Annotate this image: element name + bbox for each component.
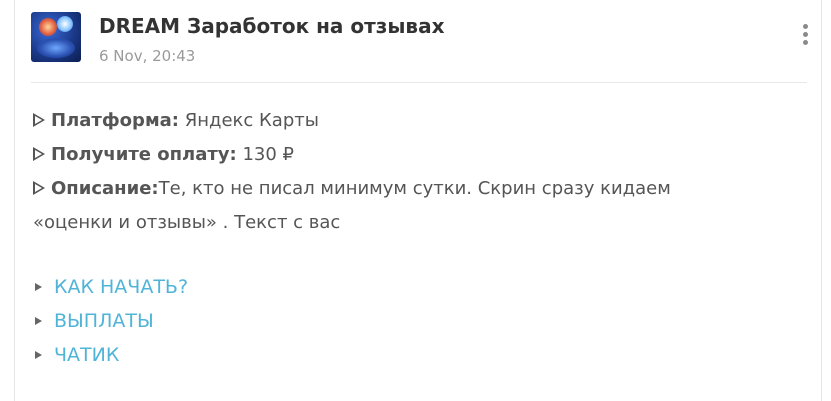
payment-value: 130 ₽ (242, 144, 294, 165)
small-triangle-icon (35, 351, 42, 359)
triangle-bullet-icon (33, 181, 45, 195)
header-divider (31, 82, 807, 83)
small-triangle-icon (35, 283, 42, 291)
channel-title[interactable]: DREAM Заработок на отзывах (99, 14, 444, 38)
triangle-bullet-icon (33, 113, 45, 127)
payment-label: Получите оплату: (51, 144, 237, 165)
post-header: DREAM Заработок на отзывах 6 Nov, 20:43 (31, 12, 808, 70)
channel-avatar[interactable] (31, 12, 81, 62)
platform-line: Платформа: Яндекс Карты (33, 104, 803, 138)
more-vertical-icon[interactable] (795, 24, 815, 54)
chat-link[interactable]: ЧАТИК (54, 344, 119, 366)
description-line-2: «оценки и отзывы» . Текст с вас (33, 206, 803, 240)
platform-label: Платформа: (51, 110, 179, 131)
payouts-link[interactable]: ВЫПЛАТЫ (54, 310, 154, 332)
description-text-1: Те, кто не писал минимум сутки. Скрин ср… (158, 178, 671, 199)
description-label: Описание: (51, 178, 159, 199)
post-card: DREAM Заработок на отзывах 6 Nov, 20:43 … (14, 0, 822, 401)
list-item: ЧАТИК (35, 338, 188, 372)
payment-line: Получите оплату: 130 ₽ (33, 138, 803, 172)
triangle-bullet-icon (33, 147, 45, 161)
small-triangle-icon (35, 317, 42, 325)
description-line: Описание:Те, кто не писал минимум сутки.… (33, 172, 803, 206)
list-item: ВЫПЛАТЫ (35, 304, 188, 338)
how-to-start-link[interactable]: КАК НАЧАТЬ? (54, 276, 188, 298)
platform-value: Яндекс Карты (184, 110, 319, 131)
post-timestamp: 6 Nov, 20:43 (99, 47, 196, 65)
description-text-2: «оценки и отзывы» . Текст с вас (33, 212, 341, 233)
list-item: КАК НАЧАТЬ? (35, 270, 188, 304)
post-body: Платформа: Яндекс Карты Получите оплату:… (33, 104, 803, 240)
link-list: КАК НАЧАТЬ? ВЫПЛАТЫ ЧАТИК (35, 270, 188, 372)
